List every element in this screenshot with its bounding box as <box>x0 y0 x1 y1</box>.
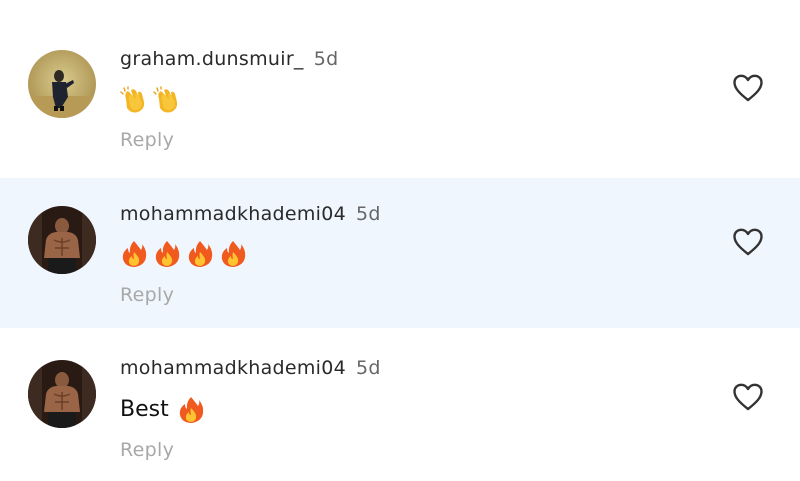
timestamp: 5d <box>356 357 381 379</box>
username[interactable]: mohammadkhademi04 <box>120 203 346 225</box>
clapping-hands-icon <box>153 86 182 114</box>
comment-meta: mohammadkhademi04 5d <box>120 202 381 226</box>
heart-outline-icon[interactable] <box>732 73 764 103</box>
comment-body <box>120 86 186 114</box>
avatar[interactable] <box>28 360 96 428</box>
heart-outline-icon[interactable] <box>732 227 764 257</box>
avatar[interactable] <box>28 50 96 118</box>
comment-text: Best <box>120 397 169 422</box>
comment-body <box>120 240 252 268</box>
reply-button[interactable]: Reply <box>120 438 174 462</box>
comment-item: graham.dunsmuir_ 5d Reply <box>0 22 800 178</box>
fire-icon <box>177 396 206 424</box>
timestamp: 5d <box>313 48 339 70</box>
comment-meta: mohammadkhademi04 5d <box>120 356 381 380</box>
comment-item: mohammadkhademi04 5d Best Reply <box>0 328 800 481</box>
username[interactable]: mohammadkhademi04 <box>120 357 346 379</box>
reply-button[interactable]: Reply <box>120 128 174 152</box>
reply-button[interactable]: Reply <box>120 283 174 307</box>
fire-icon <box>120 240 149 268</box>
heart-outline-icon[interactable] <box>732 382 764 412</box>
comment-meta: graham.dunsmuir_ 5d <box>120 47 338 71</box>
clapping-hands-icon <box>120 86 149 114</box>
timestamp: 5d <box>356 203 381 225</box>
avatar[interactable] <box>28 206 96 274</box>
comment-list: graham.dunsmuir_ 5d Reply mohammadkhadem… <box>0 0 800 481</box>
comment-item: mohammadkhademi04 5d Reply <box>0 178 800 328</box>
comment-body: Best <box>120 396 210 424</box>
fire-icon <box>186 240 215 268</box>
username[interactable]: graham.dunsmuir_ <box>120 48 304 70</box>
fire-icon <box>219 240 248 268</box>
fire-icon <box>153 240 182 268</box>
